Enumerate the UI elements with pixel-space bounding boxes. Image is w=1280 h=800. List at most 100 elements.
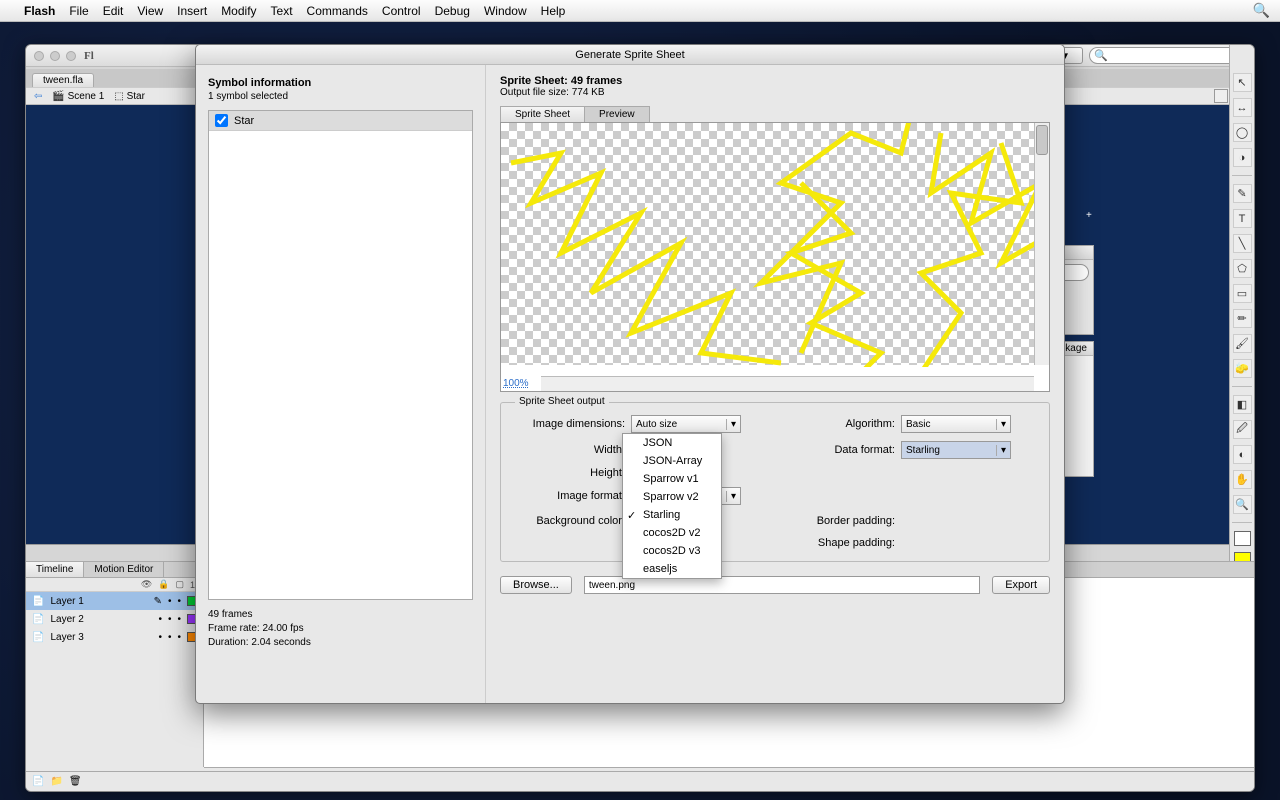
menu-commands[interactable]: Commands bbox=[307, 4, 368, 18]
app-menu[interactable]: Flash bbox=[24, 4, 55, 18]
group-legend: Sprite Sheet output bbox=[515, 396, 609, 407]
tab-spritesheet[interactable]: Sprite Sheet bbox=[500, 106, 585, 123]
image-dim-select[interactable]: Auto size▾ bbox=[631, 415, 741, 433]
hand-tool-icon[interactable]: ✋ bbox=[1233, 470, 1252, 489]
export-button[interactable]: Export bbox=[992, 576, 1050, 594]
menu-control[interactable]: Control bbox=[382, 4, 421, 18]
symbol-list[interactable]: Star bbox=[208, 110, 473, 600]
symbol-info-subtitle: 1 symbol selected bbox=[208, 91, 473, 102]
menu-edit[interactable]: Edit bbox=[103, 4, 124, 18]
menu-modify[interactable]: Modify bbox=[221, 4, 256, 18]
generate-sprite-sheet-dialog: Generate Sprite Sheet Symbol information… bbox=[195, 44, 1065, 704]
new-folder-icon[interactable]: 📁 bbox=[50, 776, 62, 787]
eyedropper-tool-icon[interactable]: ◐ bbox=[1233, 445, 1252, 464]
menu-view[interactable]: View bbox=[137, 4, 163, 18]
mac-menubar: Flash File Edit View Insert Modify Text … bbox=[0, 0, 1280, 22]
menu-file[interactable]: File bbox=[69, 4, 88, 18]
data-format-dropdown[interactable]: JSON JSON-Array Sparrow v1 Sparrow v2 St… bbox=[622, 433, 722, 579]
paint-bucket-tool-icon[interactable]: 🖉 bbox=[1233, 420, 1252, 439]
document-tab[interactable]: tween.fla bbox=[32, 73, 94, 87]
dialog-title: Generate Sprite Sheet bbox=[196, 45, 1064, 65]
data-format-label: Data format: bbox=[801, 444, 901, 456]
registration-crosshair-icon: + bbox=[1086, 210, 1092, 221]
tab-preview[interactable]: Preview bbox=[585, 106, 650, 123]
menu-debug[interactable]: Debug bbox=[435, 4, 470, 18]
symbol-row[interactable]: Star bbox=[209, 111, 472, 131]
horizontal-scrollbar[interactable] bbox=[541, 376, 1034, 391]
layer-edit-icon: ✎ bbox=[154, 596, 162, 607]
symbol-checkbox[interactable] bbox=[215, 114, 228, 127]
info-duration: Duration: 2.04 seconds bbox=[208, 636, 473, 650]
option-cocos2d-v3[interactable]: cocos2D v3 bbox=[623, 542, 721, 560]
scene-crumb-symbol[interactable]: ⬚ Star bbox=[114, 91, 145, 102]
scene-back-icon[interactable]: ⇦ bbox=[34, 91, 42, 102]
layer-icon: 📄 bbox=[32, 632, 44, 643]
layer-row[interactable]: 📄 Layer 2 ••• bbox=[26, 610, 203, 628]
visibility-column-icon[interactable]: 👁 bbox=[141, 579, 152, 590]
traffic-lights[interactable] bbox=[34, 51, 76, 61]
zoom-tool-icon[interactable]: 🔍 bbox=[1233, 495, 1252, 514]
spotlight-icon[interactable]: 🔍 bbox=[1253, 2, 1270, 19]
image-dim-label: Image dimensions: bbox=[511, 418, 631, 430]
zoom-level[interactable]: 100% bbox=[503, 378, 529, 389]
symbol-info-heading: Symbol information bbox=[208, 77, 473, 89]
info-frames: 49 frames bbox=[208, 608, 473, 622]
sprite-sheet-canvas[interactable]: 100% bbox=[500, 122, 1050, 392]
image-format-label: Image format: bbox=[511, 490, 631, 502]
rectangle-tool-icon[interactable]: ⬠ bbox=[1233, 259, 1252, 278]
deco-tool-icon[interactable]: 🧽 bbox=[1233, 359, 1252, 378]
delete-layer-icon[interactable]: 🗑 bbox=[69, 776, 82, 787]
sprite-sheet-heading: Sprite Sheet: 49 frames bbox=[500, 75, 1050, 87]
lasso-tool-icon[interactable]: ◑ bbox=[1233, 148, 1252, 167]
pen-tool-icon[interactable]: ✎ bbox=[1233, 184, 1252, 203]
option-sparrow-v2[interactable]: Sparrow v2 bbox=[623, 488, 721, 506]
brush-tool-icon[interactable]: 🖌 bbox=[1233, 334, 1252, 353]
vertical-scrollbar[interactable] bbox=[1034, 123, 1049, 365]
text-tool-icon[interactable]: T bbox=[1233, 209, 1252, 228]
scene-crumb-scene[interactable]: 🎬 Scene 1 bbox=[52, 91, 104, 102]
layer-icon: 📄 bbox=[32, 596, 44, 607]
oval-tool-icon[interactable]: ▭ bbox=[1233, 284, 1252, 303]
bone-tool-icon[interactable]: ◧ bbox=[1233, 395, 1252, 414]
layer-label: Layer 2 bbox=[50, 614, 83, 625]
output-size: Output file size: 774 KB bbox=[500, 87, 1050, 98]
option-easeljs[interactable]: easeljs bbox=[623, 560, 721, 578]
3d-rotation-tool-icon[interactable]: ◯ bbox=[1233, 123, 1252, 142]
free-transform-tool-icon[interactable]: ↔ bbox=[1233, 98, 1252, 117]
edit-scene-icon[interactable] bbox=[1214, 89, 1228, 103]
tab-timeline[interactable]: Timeline bbox=[26, 562, 84, 577]
layer-row[interactable]: 📄 Layer 1 ✎ •• bbox=[26, 592, 203, 610]
selection-tool-icon[interactable]: ↖ bbox=[1233, 73, 1252, 92]
menu-window[interactable]: Window bbox=[484, 4, 527, 18]
height-label: Height: bbox=[511, 467, 631, 479]
tab-motion-editor[interactable]: Motion Editor bbox=[84, 562, 164, 577]
lock-column-icon[interactable]: 🔒 bbox=[158, 579, 169, 590]
option-json[interactable]: JSON bbox=[623, 434, 721, 452]
layers-list: 👁 🔒 ▢ 1 📄 Layer 1 ✎ •• 📄 Layer 2 ••• bbox=[26, 578, 204, 767]
new-layer-icon[interactable]: 📄 bbox=[32, 776, 44, 787]
stroke-color-swatch[interactable] bbox=[1234, 531, 1251, 546]
output-group: Sprite Sheet output Image dimensions: Au… bbox=[500, 402, 1050, 562]
data-format-select[interactable]: Starling▾ bbox=[901, 441, 1011, 459]
help-search-input[interactable]: 🔍 bbox=[1089, 47, 1244, 64]
option-sparrow-v1[interactable]: Sparrow v1 bbox=[623, 470, 721, 488]
algorithm-select[interactable]: Basic▾ bbox=[901, 415, 1011, 433]
layer-icon: 📄 bbox=[32, 614, 44, 625]
outline-column-icon[interactable]: ▢ bbox=[175, 579, 184, 590]
option-cocos2d-v2[interactable]: cocos2D v2 bbox=[623, 524, 721, 542]
symbol-name: Star bbox=[234, 115, 254, 127]
width-label: Width: bbox=[511, 444, 631, 456]
menu-insert[interactable]: Insert bbox=[177, 4, 207, 18]
flash-logo-icon: Fl bbox=[84, 50, 94, 62]
option-starling[interactable]: Starling bbox=[623, 506, 721, 524]
line-tool-icon[interactable]: ╲ bbox=[1233, 234, 1252, 253]
layer-label: Layer 3 bbox=[50, 632, 83, 643]
browse-button[interactable]: Browse... bbox=[500, 576, 572, 594]
menu-help[interactable]: Help bbox=[541, 4, 566, 18]
menu-text[interactable]: Text bbox=[271, 4, 293, 18]
layer-row[interactable]: 📄 Layer 3 ••• bbox=[26, 628, 203, 646]
option-json-array[interactable]: JSON-Array bbox=[623, 452, 721, 470]
algorithm-label: Algorithm: bbox=[801, 418, 901, 430]
pencil-tool-icon[interactable]: ✏ bbox=[1233, 309, 1252, 328]
bg-color-label: Background color: bbox=[511, 515, 631, 527]
